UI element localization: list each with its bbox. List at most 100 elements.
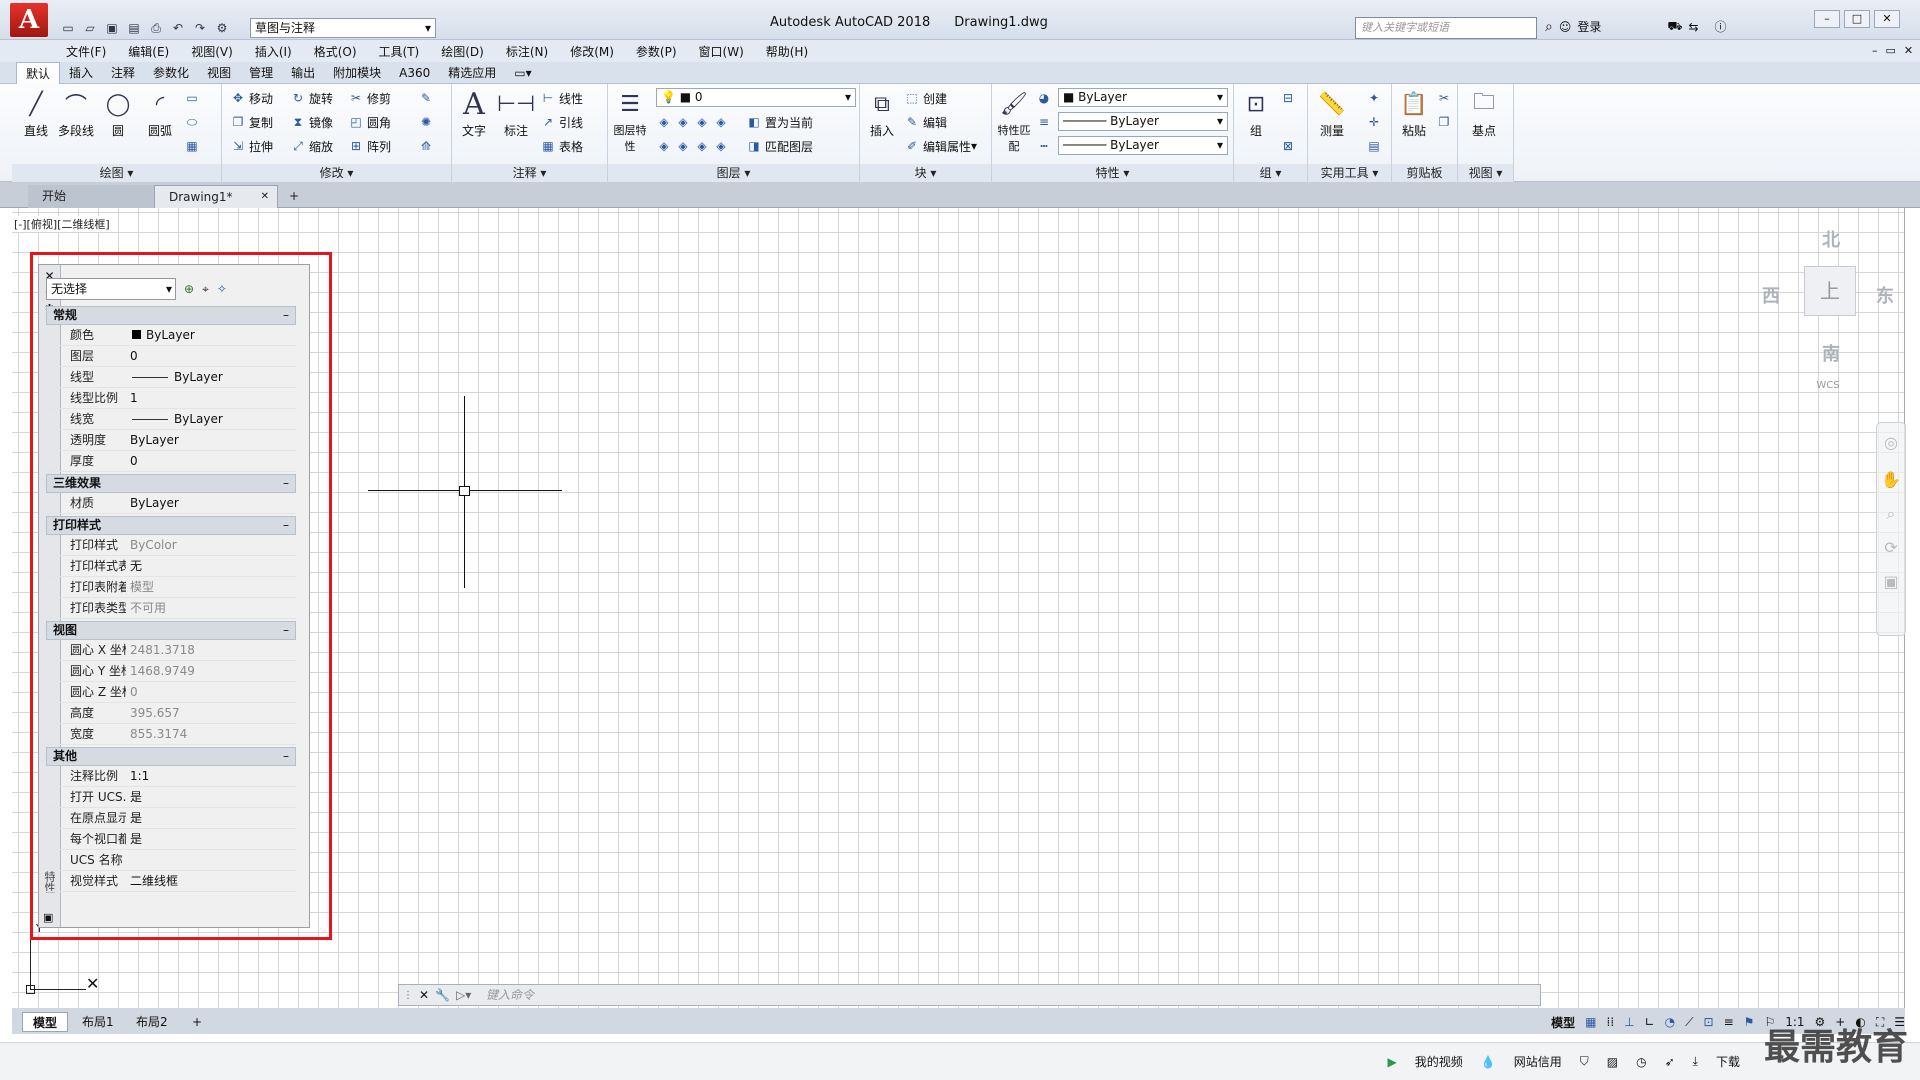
orbit-icon[interactable]: ⟳ <box>1877 531 1905 565</box>
video-icon[interactable]: ▶ <box>1388 1055 1397 1069</box>
linetype-icon[interactable]: ┅ <box>1036 136 1055 156</box>
hatch-tool[interactable]: ▦ <box>184 136 203 156</box>
lineweight-icon[interactable]: ≡ <box>1036 112 1055 132</box>
steering-wheel-icon[interactable]: ◎ <box>1877 423 1905 463</box>
offset-tool[interactable]: ⟰ <box>418 136 437 156</box>
tab-view[interactable]: 视图 <box>198 62 240 83</box>
user-icon[interactable]: ☺ <box>1559 20 1572 34</box>
edit-attributes-tool[interactable]: ✐ 编辑属性 ▾ <box>904 136 977 156</box>
block-panel-title[interactable]: 块 ▾ <box>860 164 991 182</box>
droplet-icon[interactable]: 💧 <box>1481 1055 1496 1069</box>
paste-tool[interactable]: 📋 粘贴 <box>1394 88 1434 139</box>
viewcube-north[interactable]: 北 <box>1822 226 1840 252</box>
viewport-controls[interactable]: [-][俯视][二维线框] <box>14 216 110 232</box>
workspace-dropdown[interactable]: 草图与注释 ▾ <box>250 18 436 38</box>
line-tool[interactable]: ╱ 直线 <box>16 88 56 139</box>
menu-help[interactable]: 帮助(H) <box>766 43 808 60</box>
calculator-icon[interactable]: ▤ <box>1366 136 1385 156</box>
close-button[interactable]: ✕ <box>1874 10 1900 28</box>
tab-drawing1[interactable]: Drawing1* ✕ <box>154 185 278 208</box>
osnap-icon[interactable]: ⊡ <box>1704 1015 1714 1029</box>
rectangle-tool[interactable]: ▭ <box>184 88 203 108</box>
isodraft-icon[interactable]: ⟋ <box>1685 1015 1693 1030</box>
erase-tool[interactable]: ✎ <box>418 88 437 108</box>
rotate-tool[interactable]: ↻ 旋转 <box>290 88 333 108</box>
download-icon[interactable]: ⤓ <box>1693 1054 1698 1069</box>
model-space-button[interactable]: 模型 <box>1551 1014 1575 1031</box>
new-tab-button[interactable]: + <box>284 185 306 208</box>
menu-tools[interactable]: 工具(T) <box>379 43 420 60</box>
menu-dimension[interactable]: 标注(N) <box>506 43 548 60</box>
color-dropdown[interactable]: ■ ByLayer ▾ <box>1058 88 1228 107</box>
autocad-app-menu-button[interactable]: A <box>10 3 48 37</box>
insert-block-tool[interactable]: ⧉ 插入 <box>862 88 902 139</box>
tab-a360[interactable]: A360 <box>390 64 439 82</box>
help-icon[interactable]: ⓘ <box>1715 18 1727 35</box>
arc-tool[interactable]: ◜ 圆弧 <box>140 88 180 139</box>
create-block-tool[interactable]: ⬚ 创建 <box>904 88 947 108</box>
ungroup-icon[interactable]: ⊟ <box>1280 88 1299 108</box>
menu-parametric[interactable]: 参数(P) <box>636 43 677 60</box>
mirror-tool[interactable]: ⧗ 镜像 <box>290 112 333 132</box>
showmotion-icon[interactable]: ▣ <box>1877 565 1905 599</box>
color-wheel-icon[interactable]: ◕ <box>1036 88 1055 108</box>
save-as-icon[interactable]: ▤ <box>124 18 144 38</box>
scale-tool[interactable]: ⤢ 缩放 <box>290 136 333 156</box>
copy-tool[interactable]: ❐ 复制 <box>230 112 273 132</box>
move-tool[interactable]: ✥ 移动 <box>230 88 273 108</box>
download-link[interactable]: 下载 <box>1716 1053 1740 1070</box>
binoculars-icon[interactable]: ⌕ <box>1545 19 1553 35</box>
tab-featured-apps[interactable]: 精选应用 <box>439 62 505 83</box>
ribbon-options-icon[interactable]: ▭▾ <box>505 64 540 82</box>
array-tool[interactable]: ⊞ 阵列 <box>348 136 391 156</box>
tab-model[interactable]: 模型 <box>22 1012 69 1032</box>
set-current-tool[interactable]: ◧ 置为当前 <box>746 112 813 132</box>
properties-panel-title[interactable]: 特性 ▾ <box>992 164 1233 182</box>
snap-icon[interactable]: ⁞⁞ <box>1607 1015 1615 1029</box>
stretch-tool[interactable]: ⇲ 拉伸 <box>230 136 273 156</box>
print-icon[interactable]: ⎙ <box>146 18 166 38</box>
match-layer-tool[interactable]: ◨ 匹配图层 <box>746 136 813 156</box>
ortho-icon[interactable]: ∟ <box>1645 1015 1655 1029</box>
doc-close-button[interactable]: ✕ <box>1904 44 1913 57</box>
redo-icon[interactable]: ↷ <box>190 18 210 38</box>
menu-file[interactable]: 文件(F) <box>66 43 106 60</box>
add-layout-button[interactable]: + <box>182 1012 212 1032</box>
point-icon[interactable]: ✛ <box>1366 112 1385 132</box>
menu-insert[interactable]: 插入(I) <box>255 43 292 60</box>
save-icon[interactable]: ▣ <box>102 18 122 38</box>
fillet-tool[interactable]: ◰ 圆角 <box>348 112 391 132</box>
polyline-tool[interactable]: ⌒ 多段线 <box>56 88 96 139</box>
modify-panel-title[interactable]: 修改 ▾ <box>222 164 451 182</box>
polar-icon[interactable]: ◔ <box>1665 1015 1675 1029</box>
trim-tool[interactable]: ✂ 修剪 <box>348 88 391 108</box>
tab-insert[interactable]: 插入 <box>60 62 102 83</box>
tab-output[interactable]: 输出 <box>282 62 324 83</box>
viewcube-east[interactable]: 东 <box>1876 282 1894 308</box>
leader-tool[interactable]: ↗ 引线 <box>540 112 583 132</box>
image-icon[interactable]: ▨ <box>1607 1055 1618 1069</box>
exchange-icon[interactable]: ⇆ <box>1688 20 1698 34</box>
tab-layout2[interactable]: 布局2 <box>126 1012 178 1032</box>
menu-edit[interactable]: 编辑(E) <box>128 43 169 60</box>
quick-select-icon[interactable]: ✦ <box>1366 88 1385 108</box>
groups-panel-title[interactable]: 组 ▾ <box>1234 164 1307 182</box>
linear-dim-tool[interactable]: ⊢ 线性 <box>540 88 583 108</box>
tab-annotate[interactable]: 注释 <box>102 62 144 83</box>
lineweight-toggle-icon[interactable]: ≡ <box>1724 1015 1734 1029</box>
draw-panel-title[interactable]: 绘图 ▾ <box>12 164 221 182</box>
match-properties-tool[interactable]: 🖌 特性匹配 <box>994 88 1034 154</box>
layers-panel-title[interactable]: 图层 ▾ <box>608 164 859 182</box>
layer-properties-tool[interactable]: ☰ 图层特性 <box>610 88 650 154</box>
group-select-icon[interactable]: ⊠ <box>1280 136 1299 156</box>
grid-icon[interactable]: ▦ <box>1585 1015 1596 1029</box>
lineweight-dropdown[interactable]: ────── ByLayer ▾ <box>1058 112 1228 131</box>
table-tool[interactable]: ▦ 表格 <box>540 136 583 156</box>
linetype-dropdown[interactable]: ────── ByLayer ▾ <box>1058 136 1228 155</box>
wrench-icon[interactable]: 🔧 <box>435 988 450 1002</box>
tab-home[interactable]: 默认 <box>16 61 61 84</box>
copy-clip-icon[interactable]: ❐ <box>1436 112 1455 132</box>
gear-icon[interactable]: ⚙ <box>212 18 232 38</box>
zoom-icon[interactable]: ⌕ <box>1877 497 1905 531</box>
tab-manage[interactable]: 管理 <box>240 62 282 83</box>
